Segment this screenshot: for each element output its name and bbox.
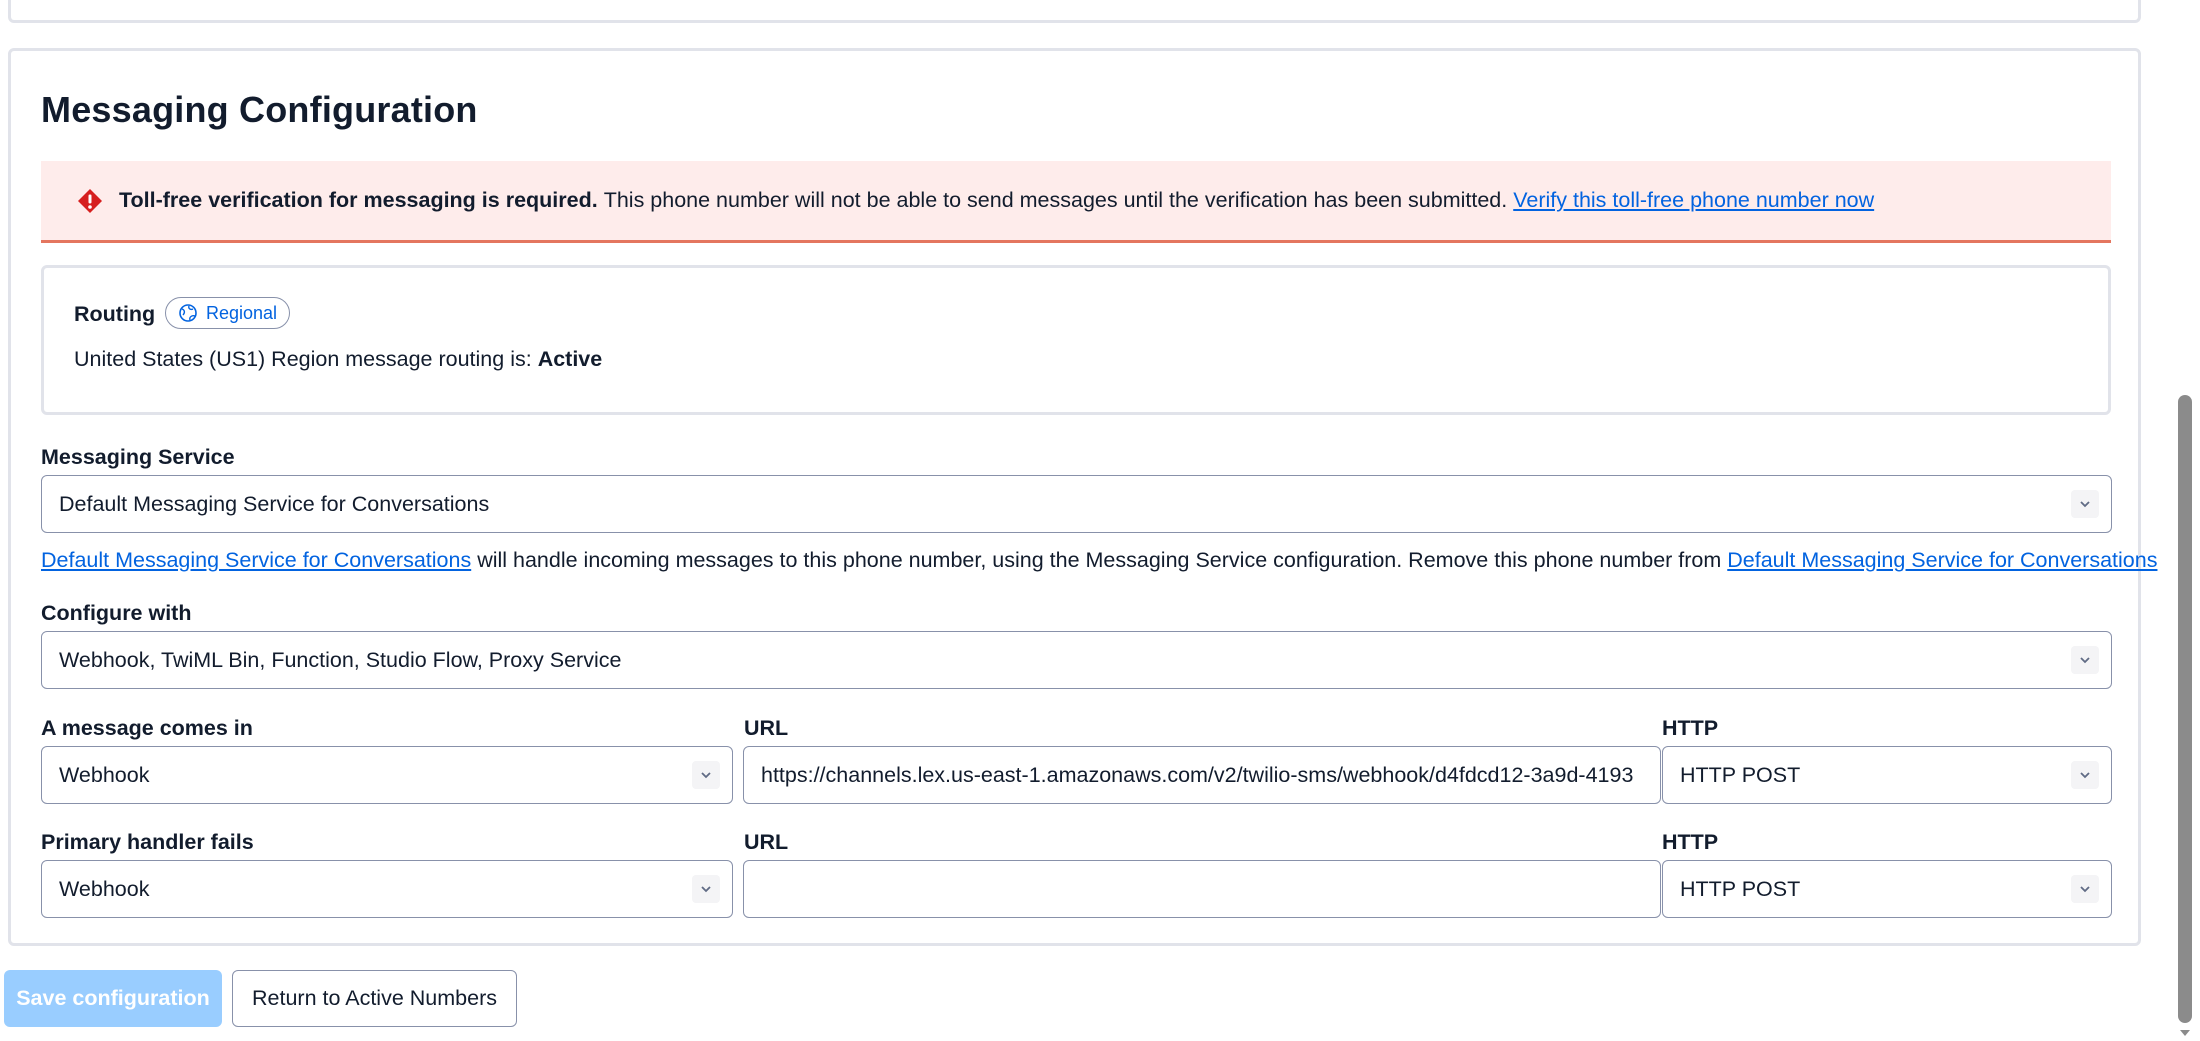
messaging-service-link[interactable]: Default Messaging Service for Conversati…: [41, 548, 471, 572]
chevron-down-icon: [2071, 875, 2099, 903]
message-http-method-value: HTTP POST: [1680, 762, 1801, 787]
scrollbar-thumb[interactable]: [2178, 395, 2192, 1023]
messaging-service-help: Default Messaging Service for Conversati…: [41, 548, 2157, 573]
routing-status-value: Active: [537, 347, 603, 371]
messaging-service-label: Messaging Service: [41, 445, 235, 469]
regional-badge-label: Regional: [206, 302, 278, 323]
alert-message: This phone number will not be able to se…: [603, 188, 1508, 212]
fallback-url-input[interactable]: [743, 860, 1661, 918]
configure-with-label: Configure with: [41, 601, 192, 625]
primary-handler-fails-label: Primary handler fails: [41, 830, 254, 854]
configure-with-select[interactable]: Webhook, TwiML Bin, Function, Studio Flo…: [41, 631, 2112, 689]
routing-status-prefix: United States (US1) Region message routi…: [74, 347, 532, 371]
message-comes-in-value: Webhook: [59, 762, 150, 787]
verify-toll-free-link[interactable]: Verify this toll-free phone number now: [1513, 188, 1874, 213]
message-url-input[interactable]: [743, 746, 1661, 804]
routing-label: Routing: [74, 302, 156, 326]
fallback-http-label: HTTP: [1662, 830, 1719, 854]
toll-free-verification-alert: Toll-free verification for messaging is …: [41, 161, 2111, 243]
fallback-http-method-select[interactable]: HTTP POST: [1662, 860, 2112, 918]
fallback-url-label: URL: [744, 830, 789, 854]
routing-status: United States (US1) Region message routi…: [74, 347, 602, 372]
messaging-service-value: Default Messaging Service for Conversati…: [59, 491, 490, 516]
message-http-label: HTTP: [1662, 716, 1719, 740]
message-url-label: URL: [744, 716, 789, 740]
section-title: Messaging Configuration: [41, 89, 478, 130]
globe-icon: [179, 304, 197, 322]
messaging-configuration-card: Messaging Configuration Toll-free verifi…: [8, 48, 2157, 946]
chevron-down-icon: [692, 761, 720, 789]
chevron-down-icon: [2071, 646, 2099, 674]
previous-section-card: [8, 0, 2141, 23]
regional-badge: Regional: [165, 297, 291, 329]
chevron-down-icon: [692, 875, 720, 903]
return-to-active-numbers-button[interactable]: Return to Active Numbers: [232, 970, 517, 1027]
chevron-down-icon: [2071, 761, 2099, 789]
error-diamond-icon: [78, 188, 102, 213]
save-configuration-button[interactable]: Save configuration: [4, 970, 222, 1027]
messaging-service-select[interactable]: Default Messaging Service for Conversati…: [41, 475, 2112, 533]
messaging-service-help-text: will handle incoming messages to this ph…: [477, 548, 1722, 572]
chevron-down-icon: [2071, 490, 2099, 518]
message-http-method-select[interactable]: HTTP POST: [1662, 746, 2112, 804]
message-comes-in-select[interactable]: Webhook: [41, 746, 733, 804]
primary-handler-fails-value: Webhook: [59, 876, 150, 901]
routing-panel: Routing Regional United States (US1) Reg…: [41, 265, 2111, 415]
messaging-service-remove-link[interactable]: Default Messaging Service for Conversati…: [1727, 548, 2157, 572]
primary-handler-fails-select[interactable]: Webhook: [41, 860, 733, 918]
scroll-down-arrow-icon[interactable]: [2179, 1028, 2191, 1038]
configure-with-value: Webhook, TwiML Bin, Function, Studio Flo…: [59, 647, 622, 672]
message-comes-in-label: A message comes in: [41, 716, 253, 740]
alert-title: Toll-free verification for messaging is …: [119, 188, 598, 212]
fallback-http-method-value: HTTP POST: [1680, 876, 1801, 901]
